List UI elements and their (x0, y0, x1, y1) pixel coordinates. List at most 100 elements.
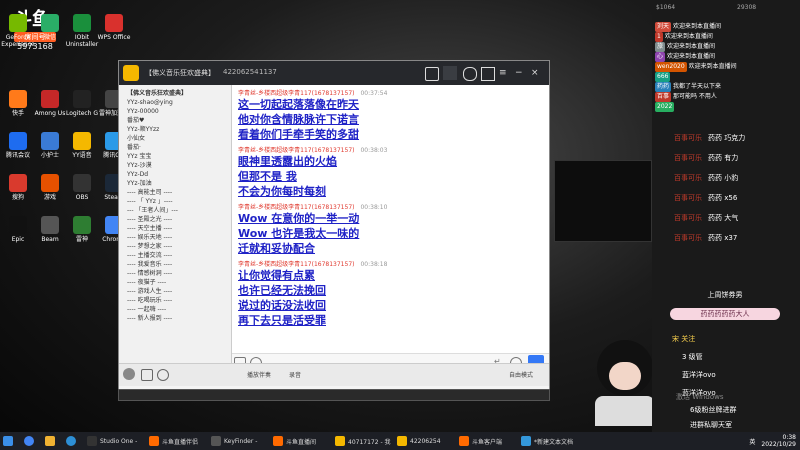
top-fan-item: 3 级管 (682, 348, 800, 366)
channel-item[interactable]: ---- 一起嗨 ---- (127, 305, 227, 314)
channel-item[interactable]: --- 「王者人间」--- (127, 206, 227, 215)
desktop-icon[interactable]: WPS Office (96, 14, 132, 41)
mic-icon[interactable] (141, 369, 153, 381)
message-line: 也许已经无法挽回 (238, 284, 326, 297)
taskbar-app[interactable]: 斗鱼直播间 (270, 434, 330, 448)
channel-item[interactable]: 小仙女 (127, 134, 227, 143)
taskbar-app[interactable]: 斗鱼客户端 (456, 434, 516, 448)
channel-item[interactable]: ---- 吃喝玩乐 ---- (127, 296, 227, 305)
channel-item[interactable]: ---- 梦想之家 ---- (127, 242, 227, 251)
desktop-icon[interactable]: IObit Uninstaller (64, 14, 100, 48)
message-user[interactable]: 李青丝-乡楼西超级李青117(1678137157) (238, 204, 354, 211)
desktop-icon-label: OBS (75, 194, 89, 201)
channel-item[interactable]: ---- 高能主司 ---- (127, 188, 227, 197)
taskbar-app[interactable]: 斗鱼直播伴侣 (146, 434, 206, 448)
channel-item[interactable]: ---- 情感树洞 ---- (127, 269, 227, 278)
channel-item[interactable]: YYz-Dd (127, 170, 227, 179)
desktop-icon[interactable]: 快手 (0, 90, 36, 117)
taskbar-app[interactable]: 42206254 (394, 434, 454, 448)
start-button[interactable] (0, 434, 19, 448)
desktop-icon[interactable]: Beam (32, 216, 68, 243)
yy-titlebar: 【佛义音乐狂欢盛典】 42206254 1137 ≡ − × (119, 61, 549, 85)
speaker-icon[interactable] (157, 369, 169, 381)
channel-item[interactable]: YYz 宝宝 (127, 152, 227, 161)
desktop-icon-label: WPS Office (97, 34, 131, 41)
channel-item[interactable]: YYz-沙漠 (127, 161, 227, 170)
gift-sender: 百事可乐 (674, 214, 702, 222)
live-chat-item: 2022 (652, 102, 800, 112)
desktop-icon[interactable]: OBS (64, 174, 100, 201)
channel-item[interactable]: ---- 游戏人生 ---- (127, 287, 227, 296)
channel-item[interactable]: ---- 新人报到 ---- (127, 314, 227, 323)
chrome-taskbar-icon[interactable] (21, 434, 40, 448)
menu-icon[interactable]: ≡ (499, 67, 511, 79)
fans-count: $1064 (656, 4, 676, 11)
explorer-taskbar-icon[interactable] (42, 434, 61, 448)
edge-taskbar-icon[interactable] (63, 434, 82, 448)
taskbar-app-label: 42206254 (410, 437, 441, 445)
channel-item[interactable]: YYz-00000 (127, 107, 227, 116)
free-mode-label[interactable]: 自由模式 (509, 370, 533, 379)
message-time: 00:38:18 (360, 261, 388, 268)
user-badge: 心 (655, 52, 666, 62)
desktop-icon[interactable]: Epic (0, 216, 36, 243)
channel-item[interactable]: ---- 「 YYz 」---- (127, 197, 227, 206)
desktop-icon[interactable]: 腾讯会议 (0, 132, 36, 159)
taskbar-apps: Studio One - 斗鱼直播伴侣 KeyFinder - 斗鱼直播间 407171… (84, 434, 580, 448)
gift-name: 药药 有力 (708, 154, 739, 162)
desktop-icon-label: GeForce Experience (1, 34, 35, 48)
message-user[interactable]: 李青丝-乡楼西超级李青117(1678137157) (238, 261, 354, 268)
message-user[interactable]: 李青丝-乡楼西超级李青117(1678137157) (238, 147, 354, 154)
bottom-toolbar: 播放伴奏 录音 自由模式 (119, 363, 549, 386)
channel-item[interactable]: 番茄· (127, 143, 227, 152)
taskbar-app[interactable]: KeyFinder - (208, 434, 268, 448)
top-fan-name: 3 级管 (682, 353, 703, 361)
clock[interactable]: 0:38 2022/10/29 (761, 434, 796, 448)
channel-item[interactable]: ---- 娱乐天地 ---- (127, 233, 227, 242)
taskbar-app[interactable]: Studio One - (84, 434, 144, 448)
home-icon[interactable] (443, 66, 457, 80)
channel-item[interactable]: ---- 主播交流 ---- (127, 251, 227, 260)
record-button[interactable]: 录音 (289, 370, 301, 379)
desktop-icon-label: 微信 (43, 34, 56, 41)
gift-name: 药药 大气 (708, 214, 739, 222)
desktop-icon[interactable]: 微信 (32, 14, 68, 41)
apps-icon[interactable] (481, 67, 495, 81)
channel-id: 42206254 (223, 68, 259, 76)
input-method[interactable]: 英 (749, 437, 755, 446)
windows-watermark: 激活 Windows (676, 393, 724, 401)
desktop-icon[interactable]: 雷神 (64, 216, 100, 243)
message-line: 说过的话没法收回 (238, 299, 326, 312)
taskbar-app[interactable]: *新建文本文档 (518, 434, 578, 448)
channel-item[interactable]: YYz-shao@ying (127, 98, 227, 107)
channel-item[interactable]: ---- 夜猫子 ---- (127, 278, 227, 287)
channel-item[interactable]: 番茄♥ (127, 116, 227, 125)
app-icon (41, 14, 59, 32)
desktop-icon[interactable]: Among Us (32, 90, 68, 117)
accompaniment-button[interactable]: 播放伴奏 (247, 370, 271, 379)
message-user[interactable]: 李青丝-乡楼西超级李青117(1678137157) (238, 90, 354, 97)
game-icon[interactable] (463, 67, 477, 81)
desktop-icon-label: 搜狗 (11, 194, 24, 201)
desktop-icon[interactable]: 游戏 (32, 174, 68, 201)
desktop-icon[interactable]: Logitech G (64, 90, 100, 117)
desktop-icon[interactable]: YY语音 (64, 132, 100, 159)
taskbar-app[interactable]: 40717172 - 我 (332, 434, 392, 448)
channel-item[interactable]: ---- 我爱音乐 ---- (127, 260, 227, 269)
channel-item[interactable]: ---- 天空主播 ---- (127, 224, 227, 233)
channel-name[interactable]: 【佛义音乐狂欢盛典】 (127, 89, 227, 98)
live-chat-text: 欢迎来到本直播间 (664, 33, 713, 40)
message-line: 迁就和妥协配合 (238, 242, 315, 255)
minimize-icon[interactable]: − (515, 67, 527, 79)
app-icon (73, 174, 91, 192)
message-line: 不会为你每时每刻 (238, 185, 326, 198)
screen-icon[interactable] (425, 67, 439, 81)
gift-sender: 百事可乐 (674, 154, 702, 162)
channel-item[interactable]: ---- 圣殿之光 ---- (127, 215, 227, 224)
desktop-icon[interactable]: 小护士 (32, 132, 68, 159)
desktop-icon[interactable]: 搜狗 (0, 174, 36, 201)
channel-item[interactable]: YYz-顺YYzz (127, 125, 227, 134)
desktop-icon[interactable]: GeForce Experience (0, 14, 36, 48)
close-icon[interactable]: × (531, 67, 543, 79)
channel-item[interactable]: YYz-加油 (127, 179, 227, 188)
